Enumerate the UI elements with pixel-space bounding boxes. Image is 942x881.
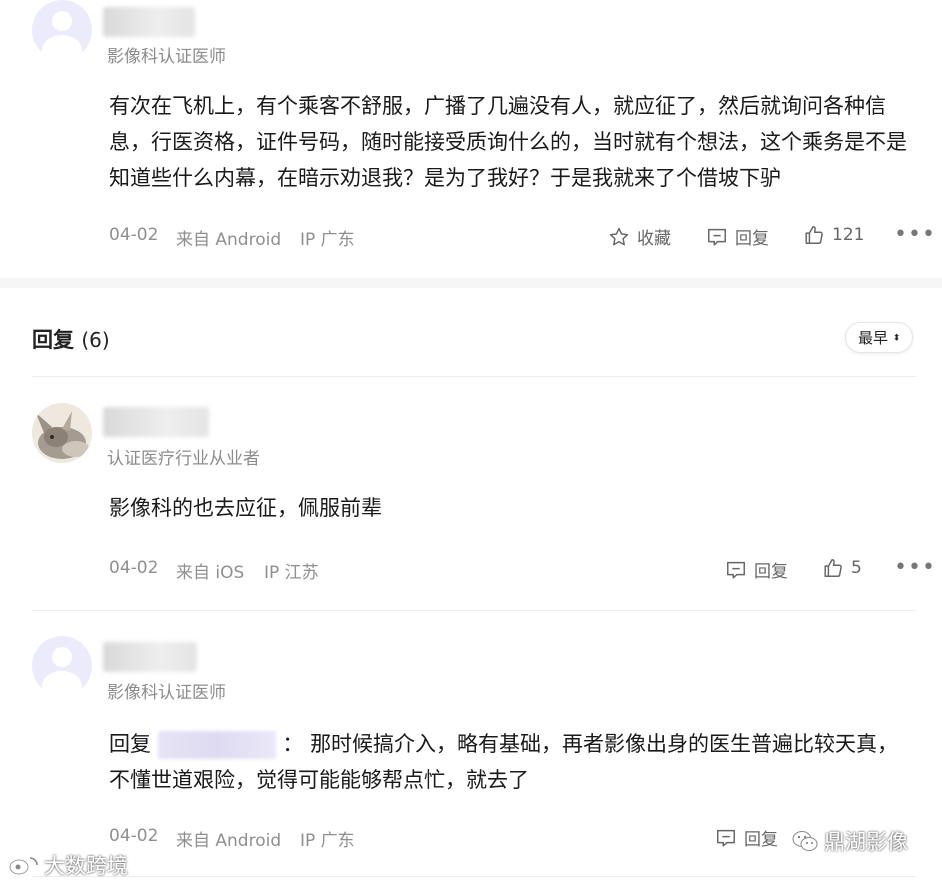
comment-content: 有次在飞机上，有个乘客不舒服，广播了几遍没有人，就应征了，然后就询问各种信息，行… <box>109 94 907 190</box>
comment-source: 来自 Android <box>176 230 282 250</box>
reply-button[interactable]: 回复 <box>725 557 788 582</box>
sort-label: 最早 <box>858 329 889 347</box>
user-badge: 认证医疗行业从业者 <box>107 449 260 469</box>
reply-button[interactable]: 回复 <box>715 825 778 850</box>
avatar-body-shape <box>42 671 82 696</box>
reply-date: 04-02 <box>109 558 159 578</box>
comment-ip: IP 广东 <box>300 230 355 250</box>
avatar[interactable] <box>32 403 92 463</box>
sort-dropdown[interactable]: 最早 ⬍ <box>845 322 914 353</box>
watermark-right-text: 鼎湖影像 <box>824 830 908 854</box>
reply-ip: IP 广东 <box>300 831 355 851</box>
reply-source: 来自 Android <box>176 831 282 851</box>
divider <box>32 376 916 377</box>
comment-icon <box>727 561 745 579</box>
reply-colon: ： <box>282 732 304 756</box>
reply-prefix: 回复 <box>109 732 151 756</box>
star-icon <box>609 227 629 245</box>
mentioned-user-blurred[interactable] <box>157 731 276 759</box>
comment-date: 04-02 <box>109 225 159 245</box>
reply-date: 04-02 <box>109 826 159 846</box>
username-blurred[interactable] <box>103 642 197 672</box>
like-button[interactable]: 121 <box>803 224 864 246</box>
comment-icon <box>708 228 726 246</box>
watermark-right: 鼎湖影像 <box>792 826 908 856</box>
reply-label: 回复 <box>744 830 778 850</box>
reply-content: 影像科的也去应征，佩服前辈 <box>109 496 382 520</box>
reply-button[interactable]: 回复 <box>706 224 769 249</box>
avatar[interactable] <box>32 0 92 60</box>
like-button[interactable]: 5 <box>822 557 862 579</box>
replies-title: 回复 (6) <box>32 324 110 354</box>
reply-label: 回复 <box>735 229 769 249</box>
replies-count: (6) <box>81 328 110 352</box>
username-blurred[interactable] <box>103 7 195 37</box>
user-badge: 影像科认证医师 <box>107 683 226 703</box>
reply-content: 回复 ： 那时候搞介入，略有基础，再者影像出身的医生普遍比较天真，不懂世道艰险，… <box>109 726 914 798</box>
avatar-head-shape <box>52 11 72 31</box>
watermark-left: 大数跨境 <box>8 850 128 880</box>
like-count: 121 <box>832 225 865 245</box>
user-badge: 影像科认证医师 <box>107 47 226 67</box>
reply-source: 来自 iOS <box>176 563 245 583</box>
more-options-icon[interactable]: ••• <box>894 555 936 580</box>
comment-icon <box>717 829 735 847</box>
avatar-body-shape <box>42 35 82 60</box>
like-count: 5 <box>851 558 862 578</box>
weibo-logo-icon <box>9 857 38 875</box>
replies-title-label: 回复 <box>32 328 74 352</box>
sort-toggle-icon: ⬍ <box>892 333 901 344</box>
thumbs-up-icon <box>805 226 823 244</box>
username-blurred[interactable] <box>103 407 209 437</box>
reply-ip: IP 江苏 <box>264 563 319 583</box>
reply-label: 回复 <box>754 562 788 582</box>
animal-photo-avatar <box>32 403 92 463</box>
divider <box>32 876 916 877</box>
avatar[interactable] <box>32 636 92 696</box>
divider <box>32 610 916 611</box>
wechat-logo-icon <box>792 831 818 851</box>
section-gap <box>0 278 942 288</box>
favorite-label: 收藏 <box>637 229 671 249</box>
more-options-icon[interactable]: ••• <box>894 222 936 247</box>
favorite-button[interactable]: 收藏 <box>608 224 671 249</box>
thumbs-up-icon <box>824 559 842 577</box>
avatar-head-shape <box>52 647 72 667</box>
watermark-left-text: 大数跨境 <box>44 854 128 878</box>
